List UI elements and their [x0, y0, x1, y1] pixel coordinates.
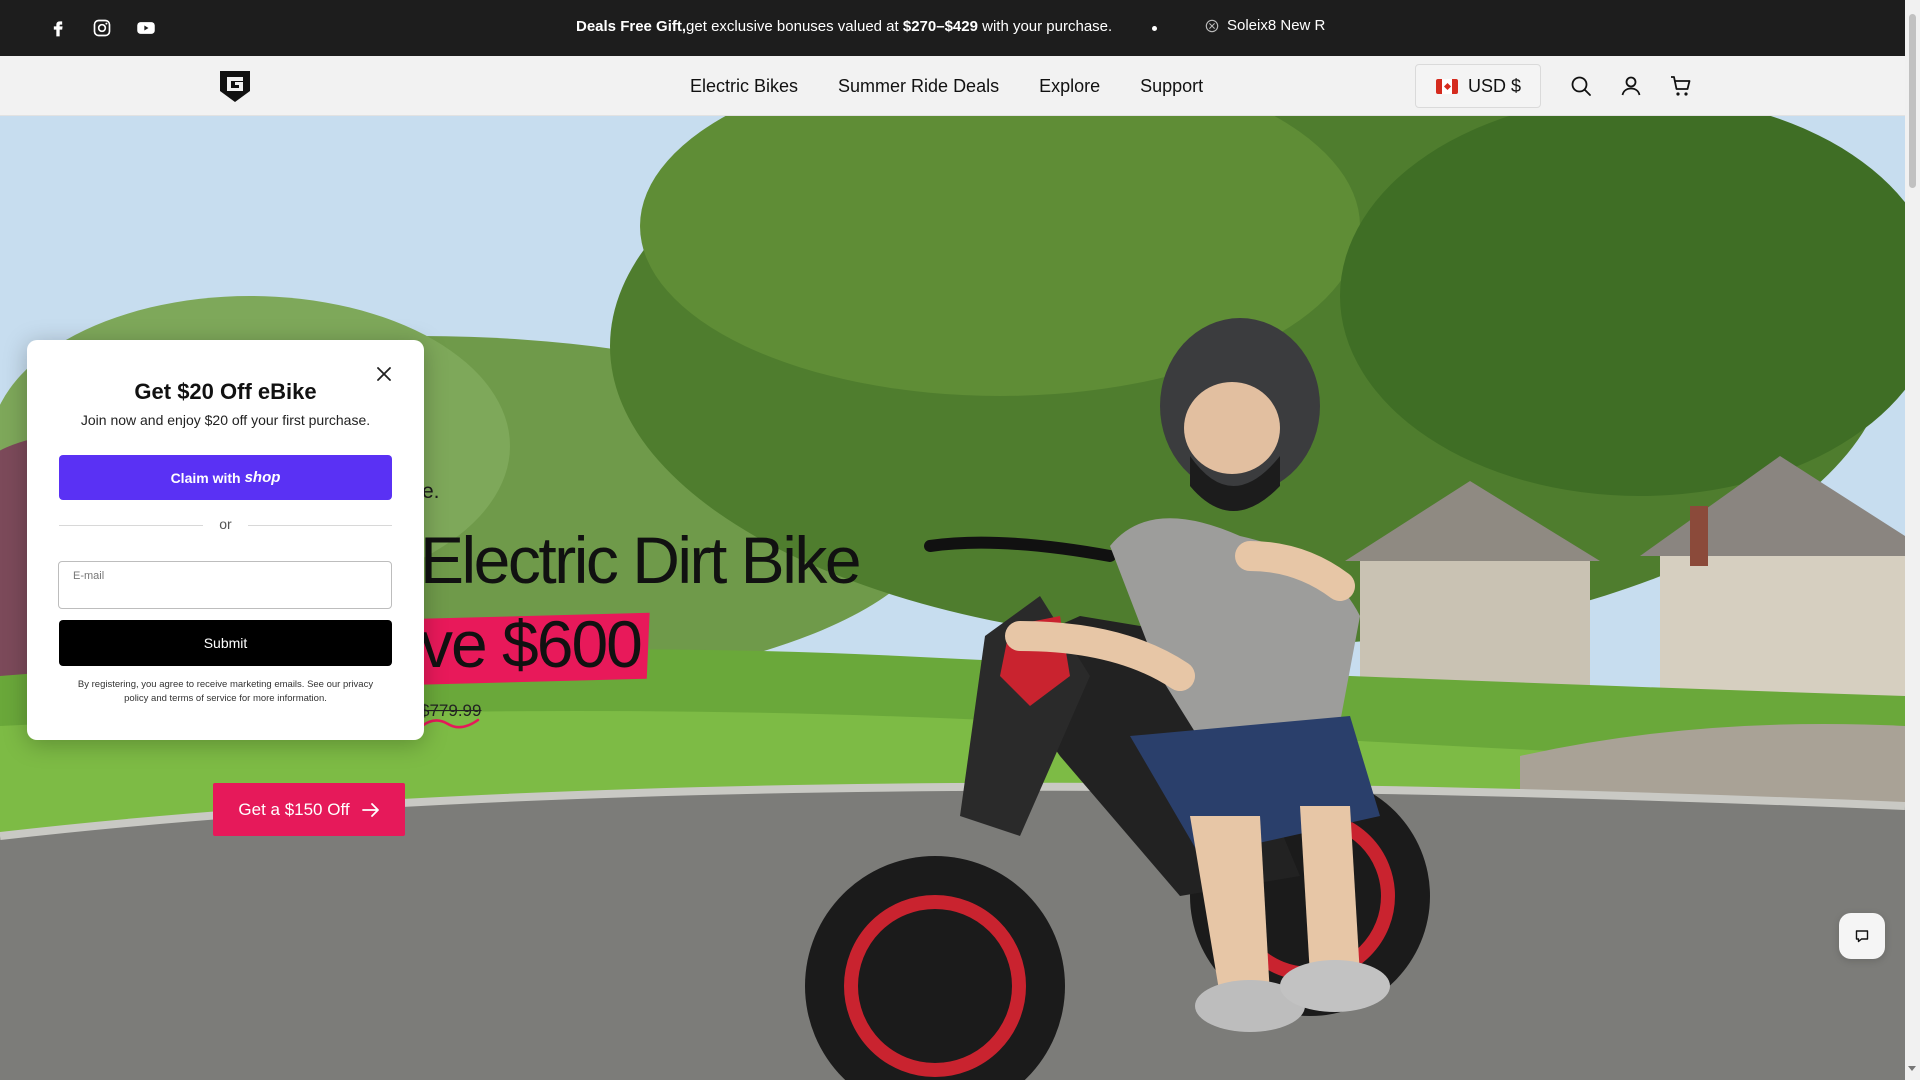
- email-input[interactable]: [73, 584, 373, 604]
- announcement-bar: Deals Free Gift,get exclusive bonuses va…: [0, 0, 1905, 56]
- nav-summer-ride-deals[interactable]: Summer Ride Deals: [838, 76, 999, 97]
- submit-label: Submit: [203, 635, 248, 651]
- chat-icon: [1855, 930, 1869, 943]
- brand-logo[interactable]: [218, 68, 252, 104]
- claim-label: Claim with: [170, 469, 241, 486]
- nav-explore[interactable]: Explore: [1039, 76, 1100, 97]
- site-header: Electric Bikes Summer Ride Deals Explore…: [0, 56, 1905, 116]
- hero-save-text: ve $600: [420, 607, 643, 681]
- announcement-text: Deals Free Gift,get exclusive bonuses va…: [576, 18, 1112, 35]
- scroll-down-arrow-icon[interactable]: [1908, 1066, 1916, 1071]
- popup-subtitle: Join now and enjoy $20 off your first pu…: [80, 412, 371, 428]
- ticker-text: Soleix8 New R: [1227, 17, 1326, 34]
- instagram-icon[interactable]: [90, 16, 114, 40]
- canada-flag-icon: [1436, 78, 1458, 94]
- scrollbar-thumb[interactable]: [1909, 14, 1916, 188]
- discount-popup: Get $20 Off eBike Join now and enjoy $20…: [27, 340, 424, 740]
- currency-label: USD $: [1468, 75, 1522, 96]
- gift-icon: [1205, 19, 1219, 32]
- currency-selector[interactable]: USD $: [1415, 64, 1541, 108]
- legal-text: By registering, you agree to receive mar…: [77, 679, 374, 704]
- announcement-bold: Deals Free Gift,: [576, 18, 687, 35]
- hero-title: Electric Dirt Bike: [420, 523, 862, 597]
- announcement-end: with your purchase.: [977, 18, 1113, 35]
- cta-get-offer-button[interactable]: Get a $150 Off: [213, 783, 405, 836]
- shop-logo: shop: [244, 469, 281, 486]
- search-icon[interactable]: [1569, 74, 1593, 98]
- facebook-icon[interactable]: [46, 16, 70, 40]
- divider-right: [248, 525, 392, 526]
- youtube-icon[interactable]: [134, 16, 158, 40]
- chat-launcher-button[interactable]: [1839, 913, 1885, 959]
- account-icon[interactable]: [1619, 74, 1643, 98]
- claim-with-shop-button[interactable]: Claim with shop: [59, 455, 392, 500]
- announcement-separator: [1152, 26, 1157, 31]
- announcement-price: $270–$429: [902, 18, 978, 35]
- page-scrollbar[interactable]: [1905, 0, 1920, 1080]
- or-separator: or: [219, 516, 232, 532]
- cta-label: Get a $150 Off: [238, 799, 350, 819]
- arrow-right-icon: [361, 802, 379, 817]
- submit-button[interactable]: Submit: [59, 620, 392, 666]
- cart-icon[interactable]: [1669, 74, 1693, 98]
- nav-electric-bikes[interactable]: Electric Bikes: [690, 76, 798, 97]
- email-label: E-mail: [73, 570, 105, 582]
- announcement-mid: get exclusive bonuses valued at: [686, 18, 903, 35]
- hero-eyebrow: e.: [422, 480, 440, 503]
- announcement-ticker: Soleix8 New R: [1205, 17, 1329, 34]
- price-swash: [420, 718, 480, 729]
- nav-support[interactable]: Support: [1140, 76, 1203, 97]
- email-field[interactable]: E-mail: [58, 561, 392, 609]
- popup-title: Get $20 Off eBike: [134, 379, 317, 404]
- main-nav: Electric Bikes Summer Ride Deals Explore…: [690, 76, 1203, 97]
